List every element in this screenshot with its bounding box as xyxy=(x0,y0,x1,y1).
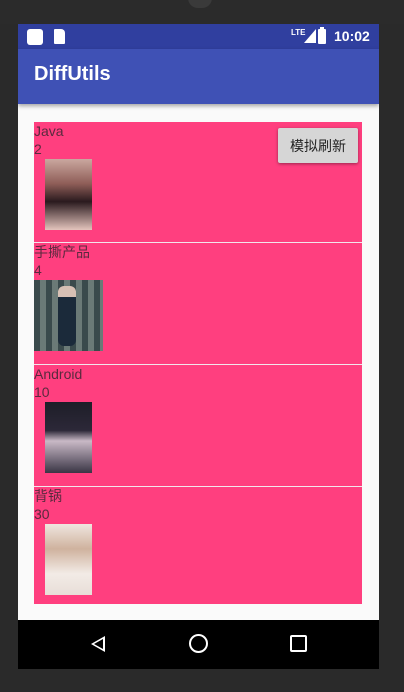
item-count: 4 xyxy=(34,262,42,278)
recycler-list[interactable]: Java 2 模拟刷新 手撕产品 4 Android 10 背锅 30 xyxy=(34,122,362,604)
sd-card-icon xyxy=(54,29,65,44)
item-title: 手撕产品 xyxy=(34,244,90,260)
status-time: 10:02 xyxy=(334,28,370,44)
item-title: 背锅 xyxy=(34,488,62,504)
simulate-refresh-button[interactable]: 模拟刷新 xyxy=(278,128,358,163)
speaker-grille xyxy=(188,0,212,8)
list-item[interactable]: Android 10 xyxy=(34,365,362,485)
list-item[interactable]: 背锅 30 xyxy=(34,487,362,607)
device-screen: LTE 10:02 DiffUtils Java 2 模拟刷新 手撕产品 4 A… xyxy=(18,24,379,669)
app-title: DiffUtils xyxy=(34,63,111,85)
item-photo xyxy=(45,159,92,230)
recents-icon[interactable] xyxy=(290,635,307,652)
item-photo xyxy=(45,402,92,473)
item-title: Android xyxy=(34,366,83,382)
item-title: Java xyxy=(34,123,64,139)
list-item[interactable]: Java 2 模拟刷新 xyxy=(34,122,362,242)
item-photo xyxy=(34,280,103,351)
battery-icon xyxy=(318,27,326,44)
navigation-bar xyxy=(18,620,379,669)
home-icon[interactable] xyxy=(189,634,208,653)
item-count: 10 xyxy=(34,384,50,400)
notification-icon xyxy=(27,29,43,45)
app-bar: DiffUtils xyxy=(18,49,379,104)
status-bar: LTE 10:02 xyxy=(18,24,379,49)
device-top-bezel xyxy=(0,0,404,24)
back-icon[interactable] xyxy=(91,636,105,652)
list-item[interactable]: 手撕产品 4 xyxy=(34,243,362,363)
signal-icon xyxy=(304,29,316,43)
item-photo xyxy=(45,524,92,595)
item-count: 30 xyxy=(34,506,50,522)
device-bottom-bezel xyxy=(0,669,404,692)
item-count: 2 xyxy=(34,141,42,157)
